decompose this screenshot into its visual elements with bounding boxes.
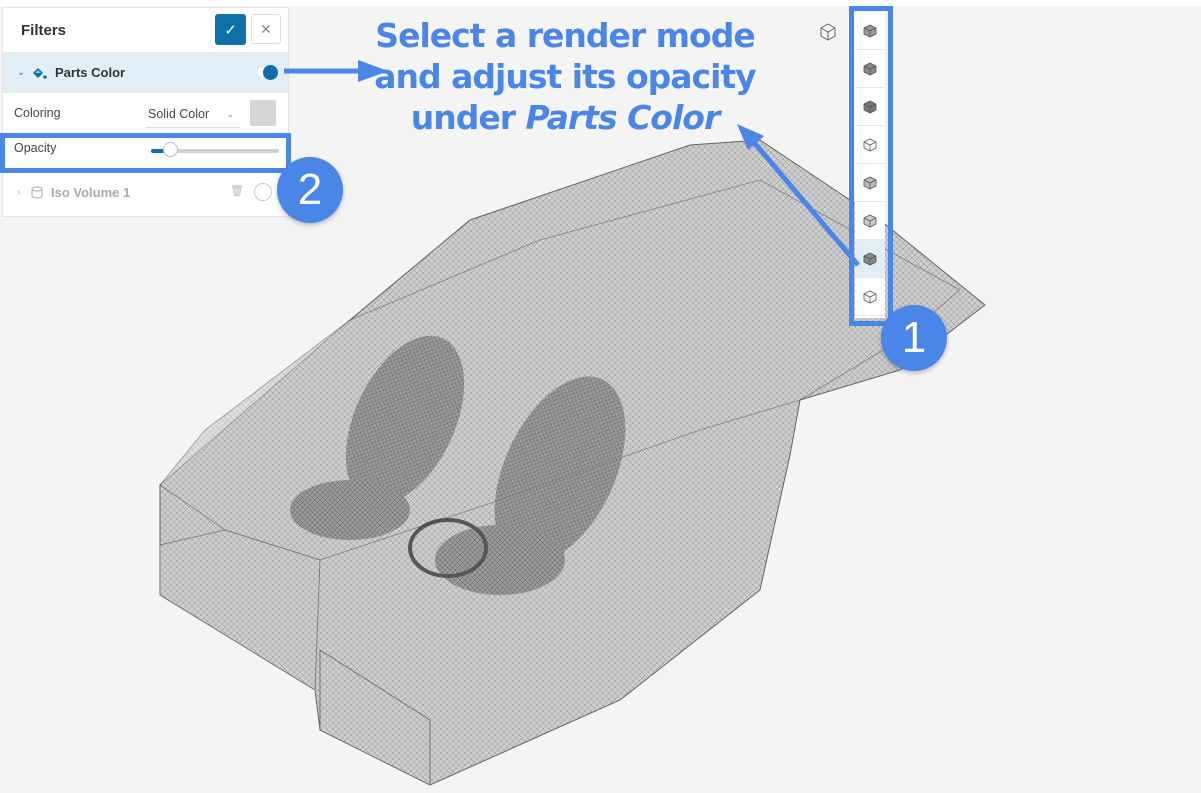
arrow-to-text-from-toolbar <box>750 138 860 267</box>
step-badge-1: 1 <box>881 305 947 371</box>
annotation-line-3-prefix: under <box>410 98 526 137</box>
annotation-line-3-italic: Parts Color <box>525 98 721 137</box>
annotation-text: Select a render mode and adjust its opac… <box>370 15 760 138</box>
step-badge-2: 2 <box>277 157 343 223</box>
annotation-line-2: and adjust its opacity <box>374 57 756 96</box>
annotation-line-1: Select a render mode <box>375 16 755 55</box>
annotation-line-3: under Parts Color <box>370 97 760 138</box>
